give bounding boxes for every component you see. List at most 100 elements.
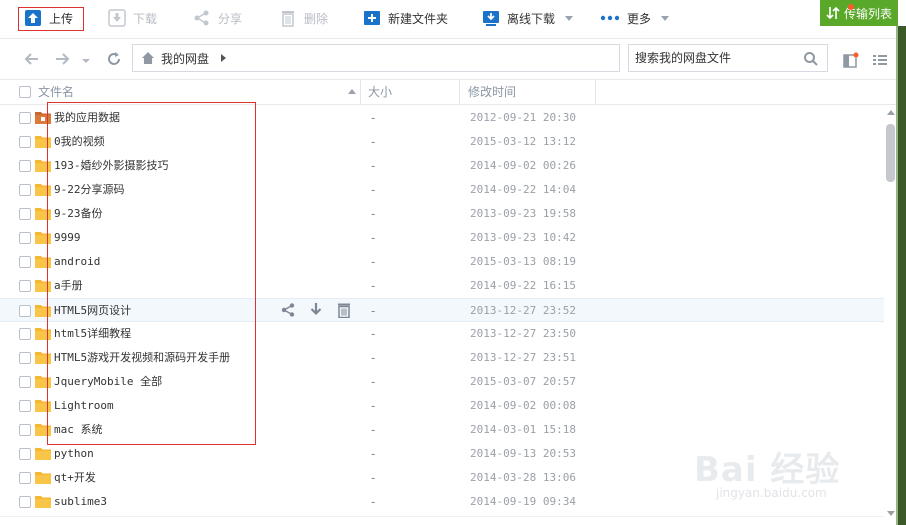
file-row[interactable]: 我的应用数据 - 2012-09-21 20:30 — [0, 106, 884, 130]
folder-icon — [35, 304, 51, 317]
row-checkbox[interactable] — [19, 328, 31, 340]
file-row[interactable]: Lightroom - 2014-09-02 00:08 — [0, 394, 884, 418]
chevron-down-icon — [661, 15, 670, 21]
share-icon[interactable] — [280, 302, 296, 318]
file-name-link[interactable]: android — [54, 250, 100, 274]
trash-icon[interactable] — [336, 302, 352, 319]
column-header-modified[interactable]: 修改时间 — [468, 80, 516, 104]
file-size: - — [371, 207, 376, 221]
forward-arrow-icon[interactable] — [54, 51, 70, 67]
delete-button[interactable]: 删除 — [279, 7, 328, 29]
share-button[interactable]: 分享 — [193, 7, 242, 29]
file-modified-time: 2014-09-02 00:26 — [470, 159, 576, 172]
file-size: - — [371, 447, 376, 461]
file-size: - — [371, 279, 376, 293]
download-icon — [108, 9, 126, 27]
refresh-icon[interactable] — [106, 51, 122, 67]
file-row[interactable]: HTML5网页设计 - 2013-12-27 23:52 — [0, 298, 884, 322]
file-row[interactable]: a手册 - 2014-09-22 16:15 — [0, 274, 884, 298]
list-view-icon[interactable] — [872, 52, 888, 68]
file-name-link[interactable]: JqueryMobile 全部 — [54, 370, 162, 394]
scrollbar-thumb[interactable] — [886, 124, 895, 182]
file-size: - — [371, 423, 376, 437]
transfer-list-button[interactable]: 传输列表 — [820, 0, 898, 26]
thumbnail-view-icon[interactable] — [843, 52, 859, 68]
folder-icon — [35, 159, 51, 172]
file-name-link[interactable]: 9-22分享源码 — [54, 178, 125, 202]
file-name-link[interactable]: sublime3 — [54, 490, 107, 514]
row-checkbox[interactable] — [19, 472, 31, 484]
row-checkbox[interactable] — [19, 232, 31, 244]
row-checkbox[interactable] — [19, 184, 31, 196]
file-name-link[interactable]: 0我的视频 — [54, 130, 105, 154]
row-checkbox[interactable] — [19, 376, 31, 388]
file-name-link[interactable]: Lightroom — [54, 394, 114, 418]
file-name-link[interactable]: python — [54, 442, 94, 466]
folder-icon — [35, 231, 51, 244]
file-row[interactable]: HTML5游戏开发视频和源码开发手册 - 2013-12-27 23:51 — [0, 346, 884, 370]
folder-icon — [35, 351, 51, 364]
scroll-down-icon[interactable] — [887, 511, 895, 516]
back-arrow-icon[interactable] — [24, 51, 40, 67]
download-icon[interactable] — [308, 302, 324, 318]
scroll-up-icon[interactable] — [887, 110, 895, 115]
row-checkbox[interactable] — [19, 424, 31, 436]
file-name-link[interactable]: mac 系统 — [54, 418, 103, 442]
offline-download-button[interactable]: 离线下载 — [482, 7, 574, 29]
file-row[interactable]: android - 2015-03-13 08:19 — [0, 250, 884, 274]
file-name-link[interactable]: 9999 — [54, 226, 81, 250]
search-icon[interactable] — [803, 51, 819, 67]
column-header-name[interactable]: 文件名 — [38, 80, 74, 104]
trash-icon — [279, 9, 297, 27]
file-name-link[interactable]: 9-23备份 — [54, 202, 103, 226]
file-size: - — [371, 471, 376, 485]
offline-download-icon — [482, 9, 500, 27]
file-row[interactable]: html5详细教程 - 2013-12-27 23:50 — [0, 322, 884, 346]
file-row[interactable]: 0我的视频 - 2015-03-12 13:12 — [0, 130, 884, 154]
toolbar: 上传 下载 分享 删除 新建文件夹 离线下载 更多 传输列表 — [0, 0, 906, 39]
file-name-link[interactable]: a手册 — [54, 274, 83, 298]
home-icon[interactable] — [141, 51, 155, 65]
row-checkbox[interactable] — [19, 448, 31, 460]
file-row[interactable]: 9-22分享源码 - 2014-09-22 14:04 — [0, 178, 884, 202]
file-row[interactable]: 9999 - 2013-09-23 10:42 — [0, 226, 884, 250]
history-dropdown-icon[interactable] — [82, 54, 90, 63]
select-all-checkbox[interactable] — [19, 86, 31, 98]
file-name-link[interactable]: 我的应用数据 — [54, 106, 120, 130]
file-modified-time: 2014-03-01 15:18 — [470, 423, 576, 436]
file-name-link[interactable]: HTML5游戏开发视频和源码开发手册 — [54, 346, 230, 370]
upload-label: 上传 — [49, 11, 74, 26]
row-checkbox[interactable] — [19, 400, 31, 412]
more-button[interactable]: 更多 — [600, 7, 670, 29]
file-row[interactable]: 9-23备份 - 2013-09-23 19:58 — [0, 202, 884, 226]
file-name-link[interactable]: html5详细教程 — [54, 322, 131, 346]
row-checkbox[interactable] — [19, 112, 31, 124]
file-name-link[interactable]: qt+开发 — [54, 466, 96, 490]
row-checkbox[interactable] — [19, 256, 31, 268]
folder-icon — [35, 447, 51, 460]
row-checkbox[interactable] — [19, 208, 31, 220]
column-header-size[interactable]: 大小 — [368, 80, 392, 104]
breadcrumb-root[interactable]: 我的网盘 — [161, 50, 209, 67]
row-checkbox[interactable] — [19, 136, 31, 148]
row-checkbox[interactable] — [19, 352, 31, 364]
row-checkbox[interactable] — [19, 160, 31, 172]
file-row[interactable]: 193-婚纱外影摄影技巧 - 2014-09-02 00:26 — [0, 154, 884, 178]
search-input[interactable] — [635, 48, 795, 68]
download-button[interactable]: 下载 — [108, 7, 157, 29]
file-size: - — [371, 351, 376, 365]
file-row[interactable]: JqueryMobile 全部 - 2015-03-07 20:57 — [0, 370, 884, 394]
file-name-link[interactable]: 193-婚纱外影摄影技巧 — [54, 154, 169, 178]
share-label: 分享 — [218, 11, 243, 26]
row-checkbox[interactable] — [19, 305, 31, 317]
file-name-link[interactable]: HTML5网页设计 — [54, 299, 131, 323]
new-folder-button[interactable]: 新建文件夹 — [363, 7, 448, 29]
sort-ascending-icon[interactable] — [348, 89, 356, 94]
breadcrumb-arrow-icon[interactable] — [221, 54, 227, 62]
list-header: 文件名 大小 修改时间 — [0, 79, 906, 105]
row-checkbox[interactable] — [19, 280, 31, 292]
row-checkbox[interactable] — [19, 496, 31, 508]
upload-button[interactable]: 上传 — [24, 7, 73, 29]
folder-icon — [35, 255, 51, 268]
window-edge — [898, 26, 906, 525]
